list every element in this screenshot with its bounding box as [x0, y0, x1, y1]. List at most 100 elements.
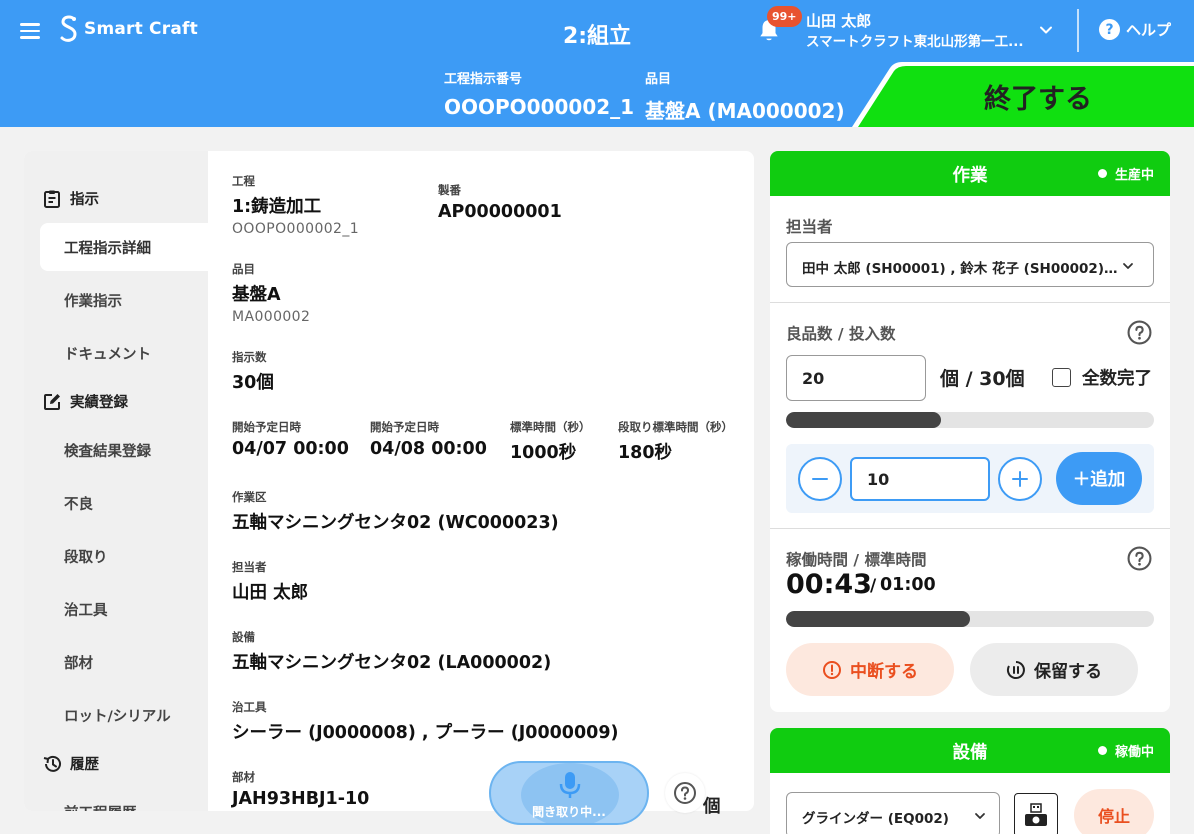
camera-scan-icon [1025, 803, 1047, 826]
smartcraft-logo-icon [60, 15, 77, 42]
quantity-progress-bar [786, 412, 1154, 428]
quantity-unit: 個 / 30個 [940, 368, 1025, 390]
equipment-select[interactable]: グラインダー (EQ002) [786, 792, 1000, 834]
work-card-header: 作業 生産中 [770, 151, 1170, 196]
clipboard-icon [44, 190, 60, 208]
workcenter-field: 作業区 五軸マシニングセンタ02 (WC000023) [232, 490, 559, 533]
item-label: 品目 [645, 72, 672, 87]
alert-circle-icon [823, 660, 841, 679]
worker-select[interactable]: 田中 太郎 (SH00001) , 鈴木 花子 (SH00002) , 佐藤 次… [786, 242, 1154, 287]
sidebar-item-inspection[interactable]: 検査結果登録 [40, 426, 208, 474]
finish-button[interactable]: 終了する [852, 60, 1194, 127]
sidebar-item-process-detail[interactable]: 工程指示詳細 [40, 223, 208, 271]
sidebar-section-history: 履歴 [42, 753, 99, 774]
process-sub: OOOPO000002_1 [232, 221, 360, 237]
sidebar-item-setup[interactable]: 段取り [40, 532, 208, 580]
equipment-value: 五軸マシニングセンタ02 (LA000002) [232, 653, 552, 673]
worker-value: 山田 太郎 [232, 583, 309, 603]
notification-badge: 99+ [767, 6, 802, 27]
standard-time-value: 1000秒 [510, 443, 577, 463]
app-logo[interactable]: Smart Craft [58, 14, 198, 44]
sidebar-item-document[interactable]: ドキュメント [40, 329, 208, 377]
sidebar-item-defect[interactable]: 不良 [40, 479, 208, 527]
voice-input-button[interactable]: 聞き取り中... [489, 761, 649, 825]
voice-help-button[interactable] [665, 773, 705, 813]
time-separator: / [870, 576, 877, 596]
hold-button[interactable]: 保留する [970, 643, 1138, 696]
setup-time-value: 180秒 [618, 443, 673, 463]
serial-value: AP00000001 [438, 202, 562, 222]
time-progress-fill [786, 611, 970, 627]
user-organization: スマートクラフト東北山形第一工... [806, 34, 1024, 50]
finish-label: 終了する [984, 84, 1092, 115]
serial-field: 製番 AP00000001 [438, 183, 562, 222]
process-detail-card: 指示 工程指示詳細 作業指示 ドキュメント 実績登録 検査結果登録 不良 段取り… [24, 151, 754, 811]
equipment-card: 設備 稼働中 グラインダー (EQ002) 停止 [770, 728, 1170, 834]
all-done-checkbox[interactable] [1052, 368, 1071, 387]
quantity-help-icon[interactable] [1127, 320, 1152, 345]
parts-field: 部材 JAH93HBJ1-10 [232, 770, 370, 809]
item-detail-value: 基盤A [232, 285, 281, 305]
menu-icon [20, 23, 40, 26]
status-dot-icon [1097, 169, 1107, 178]
quantity-label: 良品数 / 投入数 [786, 325, 896, 343]
time-label: 稼働時間 / 標準時間 [786, 551, 927, 569]
standard-time: 01:00 [880, 575, 936, 595]
chevron-down-icon [975, 813, 985, 819]
chevron-down-icon[interactable] [1038, 22, 1054, 38]
tools-value: シーラー (J0000008) , プーラー (J0000009) [232, 723, 619, 743]
item-detail-field: 品目 基盤A MA000002 [232, 262, 311, 325]
parts-value: JAH93HBJ1-10 [232, 789, 370, 809]
sidebar: 指示 工程指示詳細 作業指示 ドキュメント 実績登録 検査結果登録 不良 段取り… [24, 151, 208, 811]
item-detail-sub: MA000002 [232, 309, 311, 325]
quantity-progress-fill [786, 412, 941, 428]
decrement-button[interactable] [798, 457, 842, 501]
start-date-value: 04/07 00:00 [232, 439, 349, 459]
history-icon [43, 755, 61, 772]
sidebar-item-parts[interactable]: 部材 [40, 638, 208, 686]
microphone-icon [559, 772, 581, 798]
user-name: 山田 太郎 [806, 12, 872, 30]
equipment-select-value: グラインダー (EQ002) [802, 811, 949, 827]
good-quantity-input[interactable] [786, 355, 926, 401]
quantity-field: 指示数 30個 [232, 350, 274, 393]
sidebar-item-prev-history[interactable]: 前工程履歴 [40, 788, 208, 812]
chevron-down-icon [1123, 263, 1133, 269]
start-date-field: 開始予定日時 04/07 00:00 [232, 420, 349, 459]
menu-button[interactable] [20, 18, 46, 44]
scan-button[interactable] [1014, 793, 1058, 834]
parts-unit: 個 [703, 797, 721, 817]
worker-field: 担当者 山田 太郎 [232, 560, 309, 603]
equipment-status: 稼働中 [1097, 741, 1154, 760]
standard-time-field: 標準時間（秒） 1000秒 [510, 420, 591, 463]
workcenter-value: 五軸マシニングセンタ02 (WC000023) [232, 513, 559, 533]
status-dot-icon [1097, 746, 1107, 755]
divider [770, 302, 1170, 303]
setup-time-field: 段取り標準時間（秒） 180秒 [618, 420, 733, 463]
help-button[interactable]: ? ヘルプ [1099, 19, 1171, 40]
sidebar-section-instruction: 指示 [42, 188, 99, 209]
process-field: 工程 1:鋳造加工 OOOPO000002_1 [232, 174, 360, 237]
time-progress-bar [786, 611, 1154, 627]
elapsed-time: 00:43 [786, 569, 872, 600]
pause-button[interactable]: 中断する [786, 643, 954, 696]
sidebar-item-lot-serial[interactable]: ロット/シリアル [40, 691, 208, 739]
work-card: 作業 生産中 担当者 田中 太郎 (SH00001) , 鈴木 花子 (SH00… [770, 151, 1170, 712]
step-quantity-input[interactable] [850, 457, 990, 501]
equipment-field: 設備 五軸マシニングセンタ02 (LA000002) [232, 630, 552, 673]
user-menu[interactable]: 山田 太郎 スマートクラフト東北山形第一工... [806, 11, 1056, 53]
minus-icon [812, 478, 828, 480]
add-button[interactable]: ＋追加 [1056, 452, 1142, 505]
time-help-icon[interactable] [1127, 546, 1152, 571]
sidebar-item-work-instruction[interactable]: 作業指示 [40, 276, 208, 324]
detail-panel: 工程 1:鋳造加工 OOOPO000002_1 製番 AP00000001 品目… [232, 151, 754, 811]
work-status: 生産中 [1097, 164, 1154, 183]
increment-button[interactable] [998, 457, 1042, 501]
sidebar-item-tools[interactable]: 治工具 [40, 585, 208, 633]
question-icon [674, 782, 696, 804]
end-date-field: 開始予定日時 04/08 00:00 [370, 420, 487, 459]
plus-icon [1012, 471, 1028, 487]
logo-text: Smart Craft [84, 19, 198, 39]
edit-icon [44, 393, 60, 410]
stop-button[interactable]: 停止 [1074, 789, 1154, 834]
